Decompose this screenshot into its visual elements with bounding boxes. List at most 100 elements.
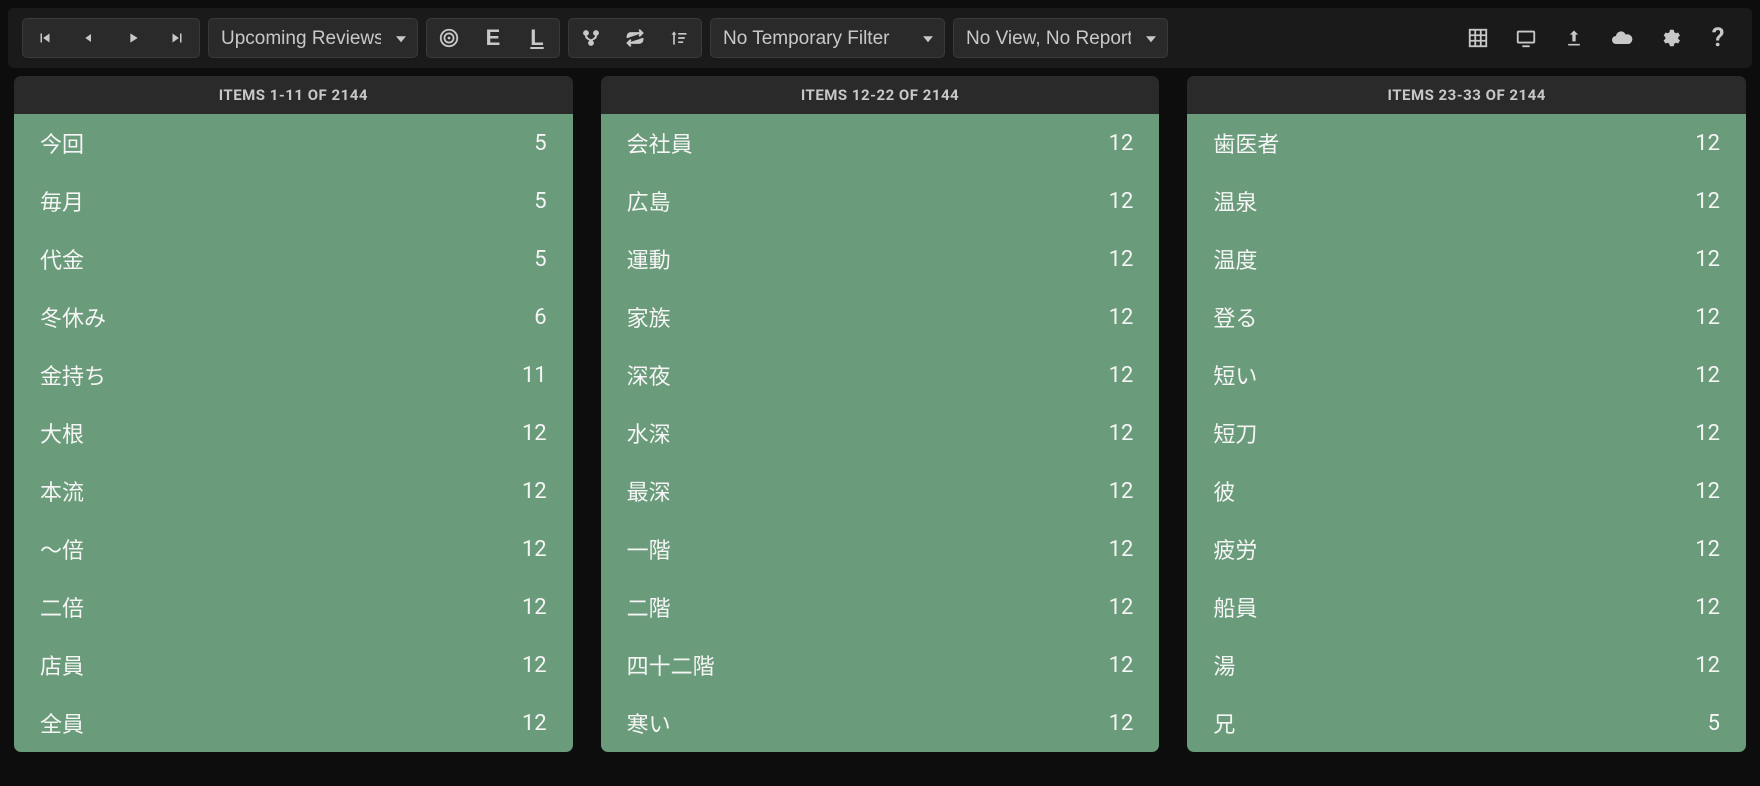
list-item[interactable]: 今回5 <box>14 114 573 172</box>
item-word: 大根 <box>40 417 84 449</box>
branch-button[interactable] <box>569 19 613 57</box>
item-count: 12 <box>522 479 547 504</box>
repeat-button[interactable] <box>613 19 657 57</box>
list-item[interactable]: 四十二階12 <box>601 636 1160 694</box>
skip-first-icon <box>36 29 54 47</box>
skip-last-icon <box>168 29 186 47</box>
list-item[interactable]: 本流12 <box>14 462 573 520</box>
item-count: 12 <box>1109 421 1134 446</box>
list-item[interactable]: 〜倍 12 <box>14 520 573 578</box>
item-word: 温泉 <box>1213 185 1257 217</box>
list-item[interactable]: 会社員12 <box>601 114 1160 172</box>
first-button[interactable] <box>23 19 67 57</box>
help-button[interactable]: ? <box>1698 18 1738 58</box>
list-item[interactable]: 広島12 <box>601 172 1160 230</box>
list-item[interactable]: 大根 12 <box>14 404 573 462</box>
list-item[interactable]: 店員12 <box>14 636 573 694</box>
list-item[interactable]: 冬休み 6 <box>14 288 573 346</box>
nav-group <box>22 18 200 58</box>
item-count: 12 <box>1695 479 1720 504</box>
list-item[interactable]: 二階12 <box>601 578 1160 636</box>
item-word: 寒い <box>627 707 671 739</box>
item-word: 温度 <box>1213 243 1257 275</box>
screen-button[interactable] <box>1506 18 1546 58</box>
column-body: 今回5毎月5代金5冬休み6金持ち11大根12本流12〜倍12二倍12店員12全員… <box>14 114 573 752</box>
sort-icon <box>669 28 689 48</box>
item-count: 12 <box>522 537 547 562</box>
item-count: 12 <box>1109 131 1134 156</box>
column-header: ITEMS 12-22 OF 2144 <box>601 76 1160 114</box>
item-count: 12 <box>1109 711 1134 736</box>
list-item[interactable]: 二倍 12 <box>14 578 573 636</box>
item-count: 12 <box>1695 595 1720 620</box>
upload-button[interactable] <box>1554 18 1594 58</box>
item-word: 〜倍 <box>40 533 84 565</box>
cloud-button[interactable] <box>1602 18 1642 58</box>
item-word: 深夜 <box>627 359 671 391</box>
play-button[interactable] <box>111 19 155 57</box>
list-item[interactable]: 深夜12 <box>601 346 1160 404</box>
list-item[interactable]: 湯12 <box>1187 636 1746 694</box>
item-word: 毎月 <box>40 185 84 217</box>
list-item[interactable]: 金持ち 11 <box>14 346 573 404</box>
list-item[interactable]: 全員12 <box>14 694 573 752</box>
list-item[interactable]: 家族12 <box>601 288 1160 346</box>
list-item[interactable]: 運動12 <box>601 230 1160 288</box>
list-item[interactable]: 登る 12 <box>1187 288 1746 346</box>
repeat-icon <box>625 28 645 48</box>
list-item[interactable]: 代金5 <box>14 230 573 288</box>
item-word: 冬休み <box>40 301 106 333</box>
list-item[interactable]: 疲労12 <box>1187 520 1746 578</box>
item-count: 12 <box>522 595 547 620</box>
item-count: 6 <box>534 305 546 330</box>
prev-button[interactable] <box>67 19 111 57</box>
target-button[interactable] <box>427 19 471 57</box>
item-word: 湯 <box>1213 649 1235 681</box>
item-count: 11 <box>522 363 547 388</box>
list-item[interactable]: 水深12 <box>601 404 1160 462</box>
settings-button[interactable] <box>1650 18 1690 58</box>
item-count: 12 <box>1695 305 1720 330</box>
e-button[interactable]: E <box>471 19 515 57</box>
grid-button[interactable] <box>1458 18 1498 58</box>
item-word: 船員 <box>1213 591 1257 623</box>
item-count: 12 <box>1109 305 1134 330</box>
list-item[interactable]: 最深12 <box>601 462 1160 520</box>
list-item[interactable]: 一階12 <box>601 520 1160 578</box>
upload-icon <box>1564 28 1584 48</box>
play-icon <box>125 30 141 46</box>
item-count: 12 <box>522 421 547 446</box>
list-item[interactable]: 温泉12 <box>1187 172 1746 230</box>
list-item[interactable]: 船員 12 <box>1187 578 1746 636</box>
item-word: 今回 <box>40 127 84 159</box>
list-item[interactable]: 歯医者12 <box>1187 114 1746 172</box>
filter-select[interactable]: No Temporary Filter <box>710 18 945 58</box>
last-button[interactable] <box>155 19 199 57</box>
item-word: 二倍 <box>40 591 84 623</box>
list-item[interactable]: 寒い 12 <box>601 694 1160 752</box>
mode-group: E L <box>426 18 560 58</box>
list-item[interactable]: 毎月5 <box>14 172 573 230</box>
list-item[interactable]: 短刀12 <box>1187 404 1746 462</box>
item-word: 最深 <box>627 475 671 507</box>
item-word: 運動 <box>627 243 671 275</box>
l-button[interactable]: L <box>515 19 559 57</box>
list-item[interactable]: 温度12 <box>1187 230 1746 288</box>
prev-icon <box>81 30 97 46</box>
column-body: 会社員12広島12運動12家族12深夜12水深12最深12一階12二階12四十二… <box>601 114 1160 752</box>
column-1: ITEMS 1-11 OF 2144 今回5毎月5代金5冬休み6金持ち11大根1… <box>14 76 573 752</box>
list-item[interactable]: 兄5 <box>1187 694 1746 752</box>
item-word: 全員 <box>40 707 84 739</box>
item-count: 12 <box>522 653 547 678</box>
filter-select-wrap: No Temporary Filter <box>710 18 945 58</box>
view-select[interactable]: Upcoming Reviews <box>208 18 418 58</box>
list-item[interactable]: 短い12 <box>1187 346 1746 404</box>
report-select[interactable]: No View, No Report <box>953 18 1168 58</box>
item-word: 金持ち <box>40 359 106 391</box>
sort-button[interactable] <box>657 19 701 57</box>
item-word: 広島 <box>627 185 671 217</box>
target-icon <box>438 27 460 49</box>
item-word: 登る <box>1213 301 1257 333</box>
screen-icon <box>1515 27 1537 49</box>
list-item[interactable]: 彼12 <box>1187 462 1746 520</box>
